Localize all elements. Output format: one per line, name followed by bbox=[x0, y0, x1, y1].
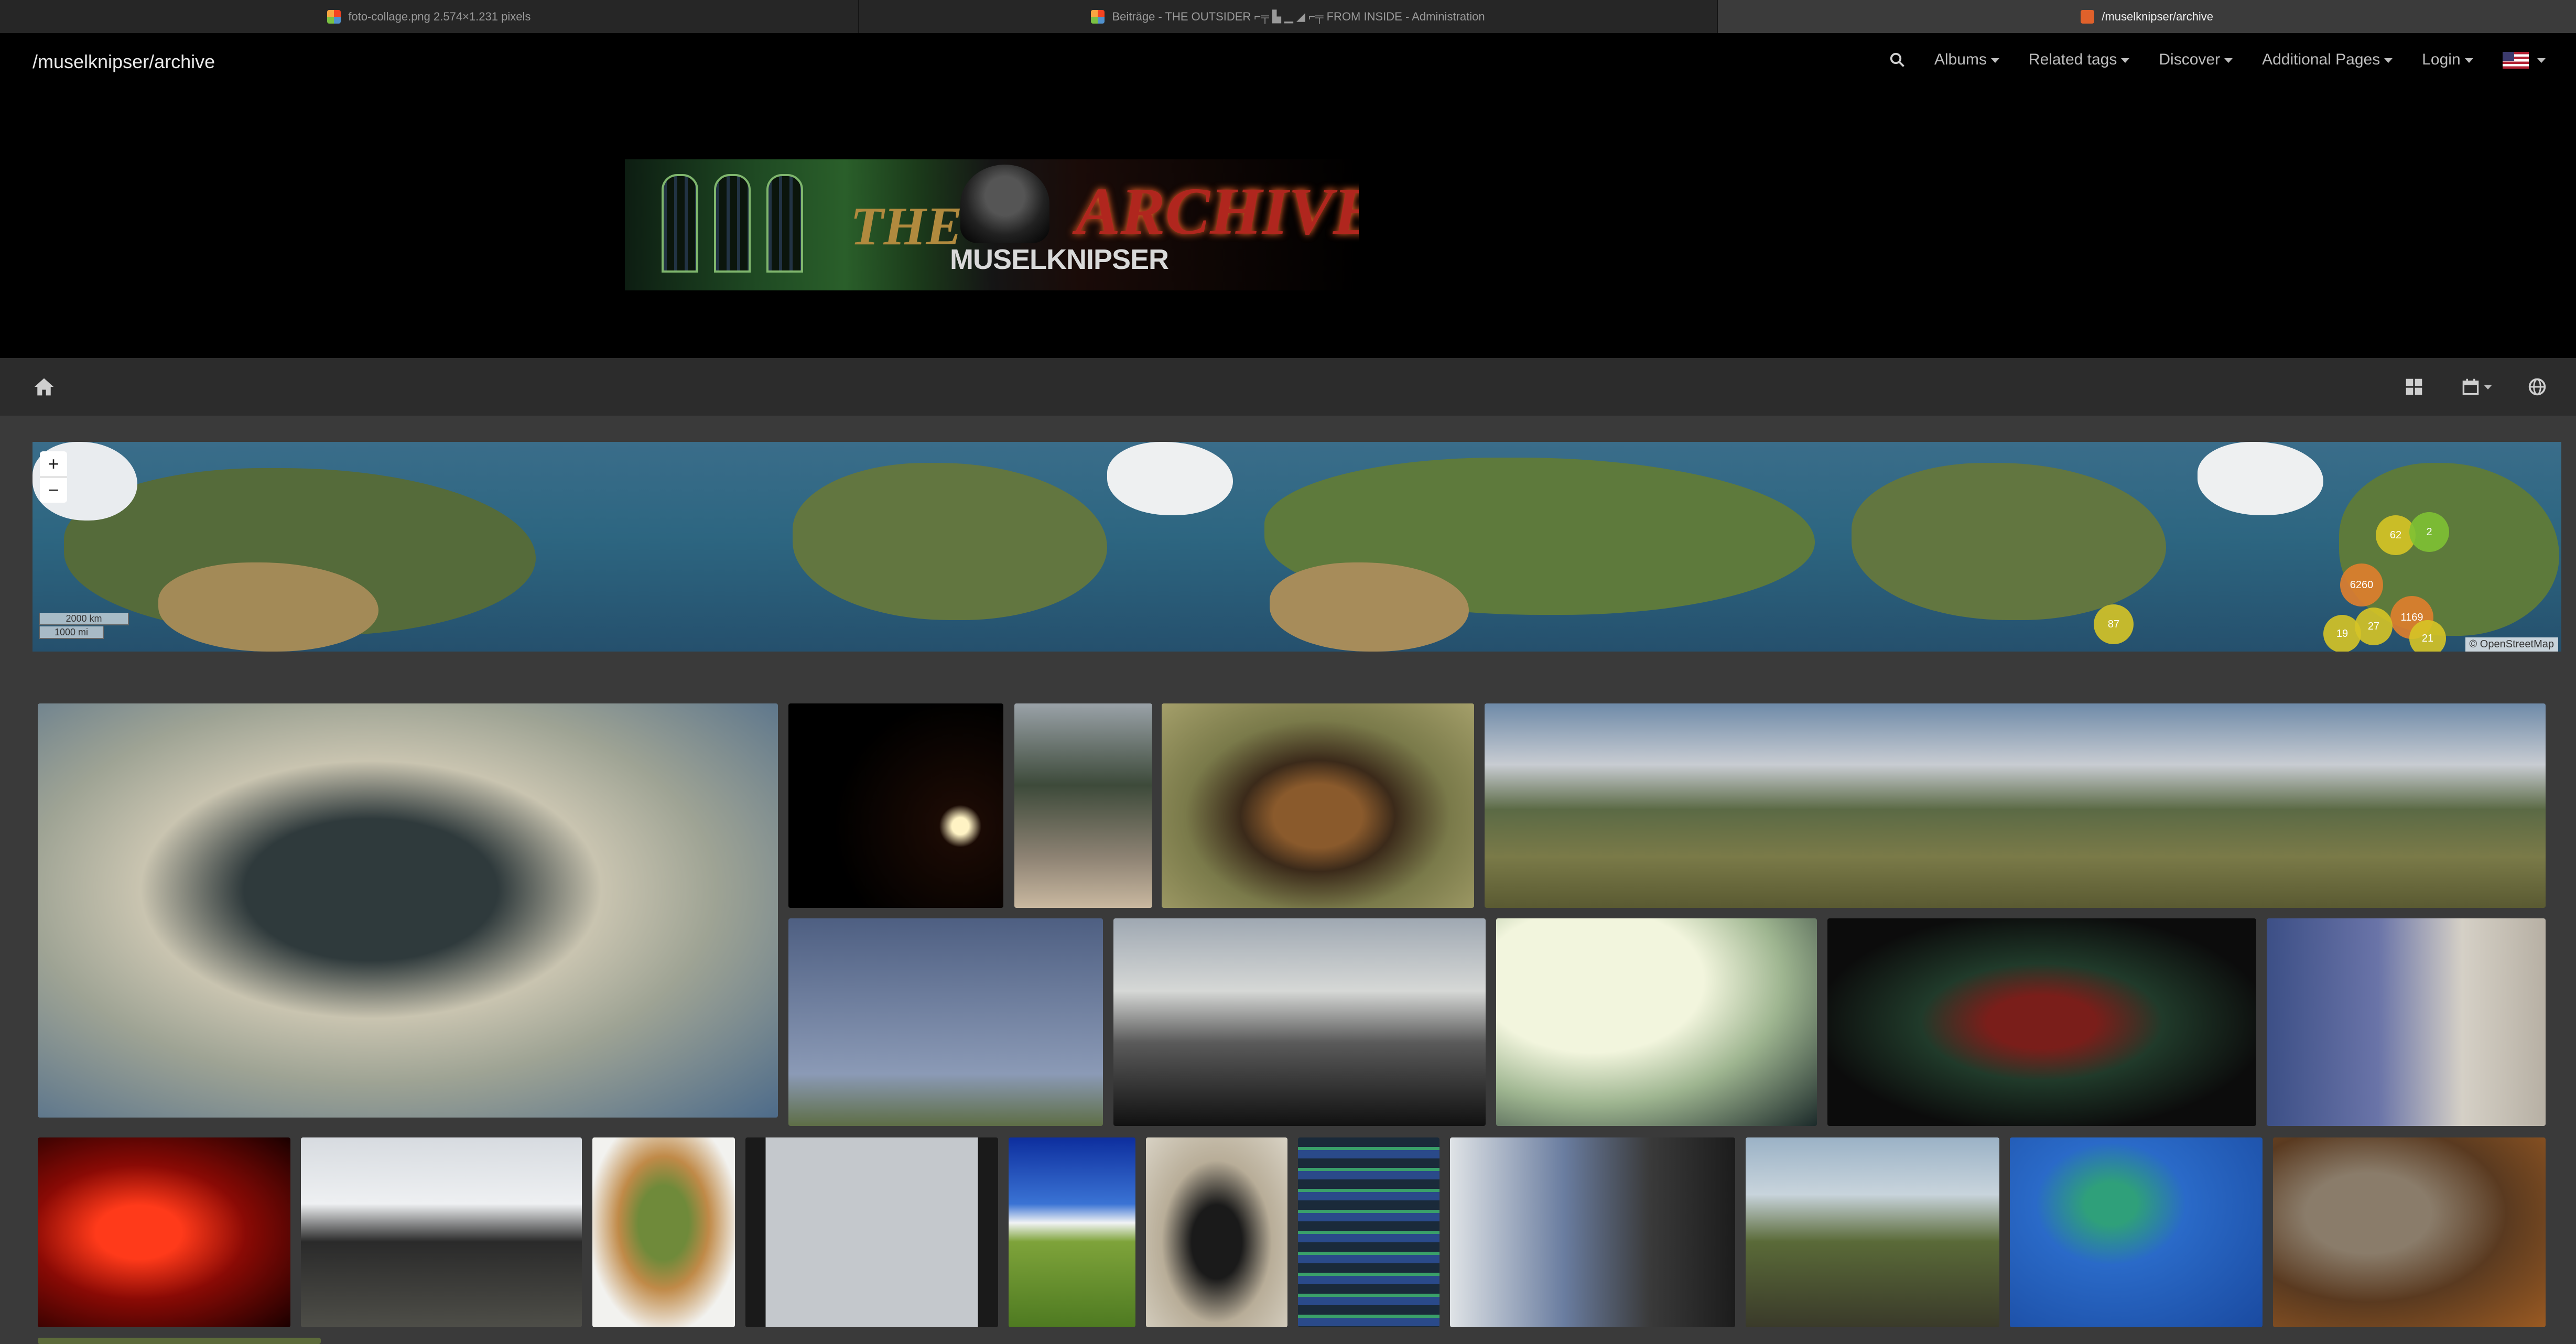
browser-tab-foto-collage[interactable]: foto-collage.png 2.574×1.231 pixels bbox=[0, 0, 859, 33]
map-view-button[interactable] bbox=[2528, 358, 2547, 416]
photo-green-field-blue-sky[interactable] bbox=[1009, 1137, 1135, 1327]
photo-german-shepherd-dog[interactable] bbox=[1162, 703, 1474, 908]
photographer-silhouette bbox=[960, 165, 1049, 243]
browser-tab-archive[interactable]: /muselknipser/archive bbox=[1718, 0, 2576, 33]
map-landmass bbox=[793, 463, 1107, 620]
tab-title: /muselknipser/archive bbox=[2102, 9, 2214, 23]
arched-window bbox=[714, 174, 751, 273]
map-greenland bbox=[2198, 442, 2323, 515]
banner-prefix: THE bbox=[850, 196, 962, 256]
archive-banner: THE MUSELKNIPSER ARCHIVE bbox=[625, 159, 1359, 290]
photo-city-window-view[interactable] bbox=[745, 1137, 998, 1327]
photo-moc-trier-sign[interactable] bbox=[1827, 918, 2256, 1126]
arched-window bbox=[662, 174, 698, 273]
map-scale: 2000 km 1000 mi bbox=[39, 613, 129, 640]
map-cluster[interactable]: 2 bbox=[2409, 512, 2449, 552]
photo-server-rack[interactable] bbox=[1298, 1137, 1439, 1327]
gallery-toolbar bbox=[0, 358, 2576, 416]
joomla-icon bbox=[1091, 9, 1105, 24]
browser-tab-administration[interactable]: Beiträge - THE OUTSIDER ⌐╤ ▙ ▁ ◢ ⌐╤ FROM… bbox=[859, 0, 1718, 33]
menu-albums[interactable]: Albums bbox=[1934, 51, 1999, 69]
us-flag-icon bbox=[2502, 52, 2529, 69]
map-zoom-control: + − bbox=[40, 451, 67, 503]
arched-window bbox=[766, 174, 803, 273]
menu-login[interactable]: Login bbox=[2422, 51, 2473, 69]
menu-discover[interactable]: Discover bbox=[2159, 51, 2233, 69]
browser-tab-strip: foto-collage.png 2.574×1.231 pixels Beit… bbox=[0, 0, 2576, 33]
zoom-out-button[interactable]: − bbox=[40, 478, 67, 503]
map-cluster[interactable]: 87 bbox=[2094, 604, 2134, 644]
photo-dive-map-poster[interactable] bbox=[2010, 1137, 2263, 1327]
site-header: /muselknipser/archive Albums Related tag… bbox=[0, 33, 2576, 358]
tab-title: Beiträge - THE OUTSIDER ⌐╤ ▙ ▁ ◢ ⌐╤ FROM… bbox=[1112, 9, 1485, 23]
map-landmass bbox=[1852, 463, 2166, 620]
photo-man-in-airplane-seat[interactable] bbox=[1450, 1137, 1735, 1327]
search-icon[interactable] bbox=[1889, 52, 1905, 68]
calendar-icon bbox=[2462, 378, 2479, 395]
map-cluster[interactable]: 27 bbox=[2355, 608, 2393, 645]
scale-mi: 1000 mi bbox=[39, 626, 104, 639]
map-cluster[interactable]: 6260 bbox=[2340, 563, 2383, 606]
calendar-sort-button[interactable] bbox=[2462, 358, 2492, 416]
language-selector[interactable] bbox=[2502, 51, 2546, 69]
menu-related-tags[interactable]: Related tags bbox=[2029, 51, 2129, 69]
photo-people-on-wall[interactable] bbox=[1014, 703, 1152, 908]
photo-viaduct-panorama[interactable] bbox=[1485, 703, 2546, 908]
home-icon bbox=[34, 378, 54, 396]
photo-rust-sculpture-at-night[interactable] bbox=[788, 703, 1003, 908]
site-icon bbox=[2081, 9, 2095, 24]
scale-km: 2000 km bbox=[39, 613, 129, 625]
main-menu: Albums Related tags Discover Additional … bbox=[1889, 51, 2546, 69]
photo-next-row-partial[interactable] bbox=[38, 1338, 321, 1344]
banner-title: ARCHIVE bbox=[1076, 174, 1359, 248]
photo-motorcycle-road-view[interactable] bbox=[1113, 918, 1486, 1126]
globe-icon bbox=[2528, 378, 2546, 396]
photo-man-on-sofa[interactable] bbox=[2267, 918, 2546, 1126]
world-map[interactable]: 62 2 6260 87 1169 19 27 21 + − 2000 km 1… bbox=[33, 442, 2561, 652]
map-greenland bbox=[1107, 442, 1233, 515]
photo-moray-eel-coral-reef[interactable] bbox=[38, 703, 778, 1118]
home-button[interactable] bbox=[33, 358, 56, 416]
photo-food-plate[interactable] bbox=[592, 1137, 735, 1327]
zoom-in-button[interactable]: + bbox=[40, 451, 67, 478]
photo-goat-in-village[interactable] bbox=[1746, 1137, 1999, 1327]
menu-additional-pages[interactable]: Additional Pages bbox=[2262, 51, 2393, 69]
joomla-icon bbox=[327, 9, 341, 24]
photo-airplane-over-building[interactable] bbox=[1496, 918, 1817, 1126]
photo-parked-motorcycle[interactable] bbox=[1146, 1137, 1287, 1327]
site-brand[interactable]: /muselknipser/archive bbox=[33, 51, 215, 73]
tab-title: foto-collage.png 2.574×1.231 pixels bbox=[348, 9, 531, 23]
photo-cat-with-toy[interactable] bbox=[2273, 1137, 2546, 1327]
map-attribution[interactable]: © OpenStreetMap bbox=[2465, 637, 2558, 652]
photo-festival-crowd[interactable] bbox=[301, 1137, 582, 1327]
photo-concert-red-light[interactable] bbox=[38, 1137, 290, 1327]
grid-view-icon bbox=[2406, 378, 2422, 395]
grid-view-button[interactable] bbox=[2405, 358, 2423, 416]
photo-biplane-airshow[interactable] bbox=[788, 918, 1103, 1126]
